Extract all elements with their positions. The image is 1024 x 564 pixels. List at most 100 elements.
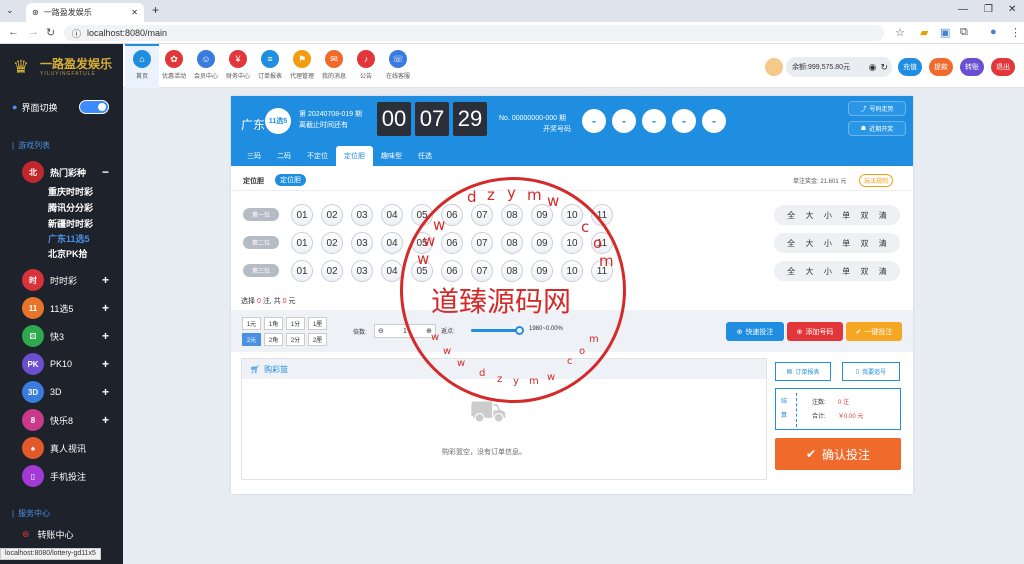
browser-menu-icon[interactable]: ⋮ <box>1010 26 1021 39</box>
extension-folder-icon[interactable]: ▰ <box>920 26 928 39</box>
expand-icon[interactable]: + <box>102 385 109 399</box>
amount-option-selected[interactable]: 2元 <box>242 333 261 346</box>
sidebar-item-ssc[interactable]: 时 时时彩 + <box>0 268 123 292</box>
quick-select-option[interactable]: 小 <box>824 238 832 249</box>
reload-icon[interactable]: ↻ <box>46 26 55 39</box>
tab-renxuan[interactable]: 任选 <box>410 146 440 166</box>
sidebar-subitem[interactable]: 新疆时时彩 <box>48 217 93 230</box>
logout-button[interactable]: 退出 <box>991 58 1015 76</box>
number-ball[interactable]: 02 <box>321 260 343 282</box>
quick-select-option[interactable]: 大 <box>805 210 813 221</box>
expand-icon[interactable]: + <box>102 273 109 287</box>
theme-toggle[interactable] <box>79 100 109 114</box>
tab-erma[interactable]: 二码 <box>269 146 299 166</box>
amount-option[interactable]: 1元 <box>242 317 261 330</box>
extensions-puzzle-icon[interactable]: ⧉ <box>960 26 968 39</box>
sidebar-item-k3[interactable]: ⚄ 快3 + <box>0 324 123 348</box>
profile-icon[interactable]: ● <box>990 26 997 38</box>
number-ball[interactable]: 01 <box>291 204 313 226</box>
sidebar-item-3d[interactable]: 3D 3D + <box>0 380 123 404</box>
restore-icon[interactable]: ❐ <box>984 4 993 15</box>
browser-tab[interactable]: ⊛ 一路盈发娱乐 ✕ <box>26 3 144 22</box>
avatar[interactable] <box>765 58 783 76</box>
sidebar-item-11x5[interactable]: 11 11选5 + <box>0 296 123 320</box>
amount-option[interactable]: 2分 <box>286 333 305 346</box>
number-ball[interactable]: 03 <box>351 260 373 282</box>
nav-orders[interactable]: ≡ 订单报表 <box>255 50 285 80</box>
site-info-icon[interactable]: ⓘ <box>72 27 81 40</box>
amount-option[interactable]: 1分 <box>286 317 305 330</box>
trend-button[interactable]: ⤴ 号码走势 <box>848 101 906 116</box>
back-icon[interactable]: ← <box>8 26 19 38</box>
quick-select-option[interactable]: 大 <box>805 266 813 277</box>
nav-promotions[interactable]: ✿ 优惠活动 <box>159 50 189 80</box>
sidebar-item-mobile[interactable]: ▯ 手机投注 <box>0 464 123 488</box>
tab-quwei[interactable]: 趣味型 <box>373 146 410 166</box>
number-ball[interactable]: 01 <box>291 260 313 282</box>
nav-notice[interactable]: ♪ 公告 <box>351 50 381 80</box>
sidebar-subitem-active[interactable]: 广东11选5 <box>48 232 90 245</box>
nav-support[interactable]: ☏ 在线客服 <box>383 50 413 80</box>
sidebar-subitem[interactable]: 腾讯分分彩 <box>48 201 93 214</box>
tab-budingwei[interactable]: 不定位 <box>299 146 336 166</box>
expand-icon[interactable]: + <box>102 301 109 315</box>
amount-option[interactable]: 2厘 <box>308 333 327 346</box>
nav-agent[interactable]: ⚑ 代理管理 <box>287 50 317 80</box>
recent-draws-button[interactable]: ☗ 近期开奖 <box>848 121 906 136</box>
number-ball[interactable]: 02 <box>321 232 343 254</box>
eye-icon[interactable]: ◉ <box>869 62 877 73</box>
window-close-icon[interactable]: ✕ <box>1008 4 1016 15</box>
sidebar-subitem[interactable]: 重庆时时彩 <box>48 185 93 198</box>
number-ball[interactable]: 02 <box>321 204 343 226</box>
quick-select-option[interactable]: 全 <box>787 210 795 221</box>
collapse-icon[interactable]: − <box>102 165 109 179</box>
number-ball[interactable]: 01 <box>291 232 313 254</box>
quick-select-option[interactable]: 清 <box>879 210 887 221</box>
nav-home[interactable]: ⌂ 首页 <box>127 50 157 80</box>
new-tab-icon[interactable]: + <box>152 3 159 17</box>
refresh-icon[interactable]: ↻ <box>880 62 888 73</box>
quick-select-option[interactable]: 单 <box>842 266 850 277</box>
expand-icon[interactable]: + <box>102 357 109 371</box>
track-button[interactable]: ▯ 我要追号 <box>842 362 900 381</box>
number-ball[interactable]: 03 <box>351 232 373 254</box>
bookmark-star-icon[interactable]: ☆ <box>895 26 905 39</box>
quick-select-option[interactable]: 小 <box>824 210 832 221</box>
quick-select-option[interactable]: 全 <box>787 238 795 249</box>
amount-option[interactable]: 2角 <box>264 333 283 346</box>
expand-icon[interactable]: + <box>102 413 109 427</box>
nav-member[interactable]: ☺ 会员中心 <box>191 50 221 80</box>
quick-select-option[interactable]: 单 <box>842 238 850 249</box>
nav-finance[interactable]: ¥ 财务中心 <box>223 50 253 80</box>
number-ball[interactable]: 04 <box>381 204 403 226</box>
sidebar-subitem[interactable]: 北京PK拾 <box>48 247 88 260</box>
order-report-button[interactable]: ▤ 订单报表 <box>775 362 831 381</box>
rules-button[interactable]: 玩法规则 <box>859 174 894 187</box>
sidebar-item-transfer[interactable]: ⊛ 转账中心 <box>0 528 123 541</box>
sidebar-item-kl8[interactable]: 8 快乐8 + <box>0 408 123 432</box>
quick-select-option[interactable]: 全 <box>787 266 795 277</box>
quick-select-option[interactable]: 单 <box>842 210 850 221</box>
sidebar-item-pk10[interactable]: PK PK10 + <box>0 352 123 376</box>
quick-select-option[interactable]: 双 <box>860 210 868 221</box>
quick-select-option[interactable]: 双 <box>860 266 868 277</box>
transfer-button[interactable]: 转账 <box>960 58 984 76</box>
forward-icon[interactable]: → <box>28 26 39 38</box>
one-key-bet-button[interactable]: ✔ 一键投注 <box>846 322 902 341</box>
sidebar-item-live[interactable]: ♠ 真人视讯 <box>0 436 123 460</box>
add-number-button[interactable]: ⊕ 添加号码 <box>787 322 843 341</box>
quick-select-option[interactable]: 小 <box>824 266 832 277</box>
minus-icon[interactable]: ⊖ <box>375 327 387 335</box>
minimize-icon[interactable]: — <box>958 4 968 15</box>
recharge-button[interactable]: 充值 <box>898 58 922 76</box>
address-bar[interactable]: ⓘ localhost:8080/main <box>64 25 884 41</box>
tab-sanma[interactable]: 三码 <box>239 146 269 166</box>
extension-icon[interactable]: ▣ <box>940 26 950 39</box>
subtab-chip[interactable]: 定位胆 <box>275 174 306 186</box>
expand-icon[interactable]: + <box>102 329 109 343</box>
tab-list-icon[interactable]: ⌄ <box>6 5 14 16</box>
number-ball[interactable]: 04 <box>381 232 403 254</box>
amount-option[interactable]: 1厘 <box>308 317 327 330</box>
amount-option[interactable]: 1角 <box>264 317 283 330</box>
quick-select-option[interactable]: 大 <box>805 238 813 249</box>
